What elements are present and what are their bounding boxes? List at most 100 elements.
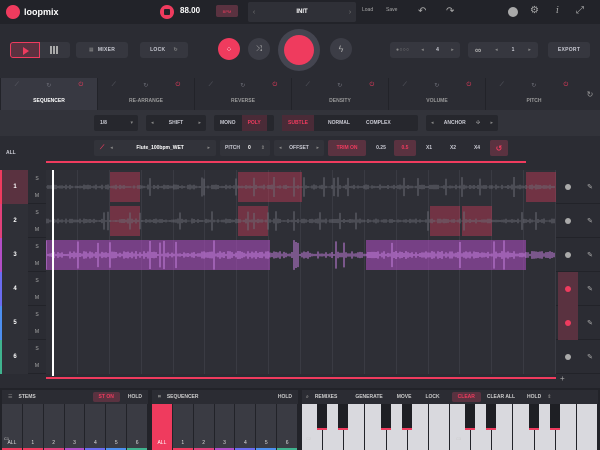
- black-key[interactable]: [465, 404, 476, 430]
- key-5[interactable]: 5: [106, 404, 128, 450]
- step-cell[interactable]: [460, 306, 493, 340]
- main-record-button[interactable]: [278, 29, 320, 71]
- pitch-stepper[interactable]: PITCH 0 ⇕: [220, 140, 270, 156]
- expand-icon[interactable]: ⤢: [576, 5, 584, 16]
- mono-poly-toggle[interactable]: MONO POLY: [214, 115, 274, 131]
- step-grid[interactable]: [46, 238, 556, 272]
- solo-button[interactable]: S: [35, 176, 38, 182]
- tab-1[interactable]: ⟋ ↻ ⏻ RE-ARRANGE: [97, 78, 194, 110]
- sample-selector[interactable]: ⟋ ◂ Flute_100bpm_WET ▸: [94, 140, 216, 156]
- step-cell[interactable]: [46, 306, 78, 340]
- step-cell[interactable]: [142, 340, 174, 374]
- pencil-icon[interactable]: ⟋: [209, 82, 213, 89]
- tab-0[interactable]: ⟋ ↻ ⏻ SEQUENCER: [0, 78, 97, 110]
- reset-icon[interactable]: ↻: [580, 78, 600, 110]
- step-cell[interactable]: [397, 272, 429, 306]
- division-selector[interactable]: 1/8 ▾: [94, 115, 138, 131]
- mute-button[interactable]: M: [35, 329, 39, 335]
- piano-mode-button[interactable]: [40, 42, 70, 58]
- step-cell[interactable]: [269, 306, 301, 340]
- anchor-selector[interactable]: ◂ ANCHOR ✣ ▸: [426, 115, 498, 131]
- step-cell[interactable]: [78, 272, 110, 306]
- black-key[interactable]: [401, 404, 412, 430]
- step-cell[interactable]: [397, 340, 429, 374]
- track-dot-button[interactable]: [558, 340, 578, 374]
- pencil-icon[interactable]: ⟋: [112, 82, 116, 89]
- record-stop-button[interactable]: [160, 5, 174, 19]
- bpm-tap-button[interactable]: BPM: [216, 5, 238, 17]
- redo-icon[interactable]: ↷: [446, 6, 454, 17]
- black-key[interactable]: [528, 404, 539, 430]
- track-dot-button[interactable]: [558, 204, 578, 238]
- preset-selector[interactable]: ‹ INIT ›: [248, 2, 356, 22]
- loop-range[interactable]: [46, 377, 556, 379]
- track-number[interactable]: 2: [0, 204, 28, 238]
- step-cell[interactable]: [237, 340, 270, 374]
- black-key[interactable]: [549, 404, 560, 430]
- step-cell[interactable]: [301, 272, 333, 306]
- tab-5[interactable]: ⟋ ↻ ⏻ PITCH: [485, 78, 582, 110]
- track-number[interactable]: 6: [0, 340, 28, 374]
- chevron-left-icon[interactable]: ‹: [248, 9, 260, 16]
- loops-stepper[interactable]: ∞ ◂ 1 ▸: [468, 42, 538, 58]
- stems-on-button[interactable]: ST ON: [92, 392, 120, 402]
- randomize-button[interactable]: ⁘: [218, 38, 240, 60]
- gear-icon[interactable]: ⚙: [530, 5, 539, 16]
- chevron-right-icon[interactable]: ▸: [198, 120, 201, 126]
- step-cell[interactable]: [333, 340, 365, 374]
- chevron-left-icon[interactable]: ◂: [431, 120, 434, 126]
- undo-icon[interactable]: ↶: [418, 6, 426, 17]
- add-track-icon[interactable]: +: [560, 374, 565, 383]
- timeline-range[interactable]: [46, 161, 526, 163]
- step-cell[interactable]: [460, 340, 493, 374]
- stepper-icon[interactable]: ⇕: [547, 394, 551, 400]
- solo-button[interactable]: S: [35, 346, 38, 352]
- power-icon[interactable]: ⏻: [564, 82, 569, 89]
- remix-key[interactable]: [449, 404, 476, 450]
- refresh-icon[interactable]: ↻: [240, 82, 245, 89]
- solo-button[interactable]: S: [35, 278, 38, 284]
- key-2[interactable]: 2: [43, 404, 65, 450]
- remix-key[interactable]: [576, 404, 598, 450]
- power-icon[interactable]: ⏻: [273, 82, 278, 89]
- step-cell[interactable]: [174, 340, 206, 374]
- speed-option[interactable]: 0.25: [370, 140, 392, 156]
- playhead[interactable]: [52, 170, 54, 376]
- chevron-right-icon[interactable]: ▸: [316, 145, 319, 151]
- normal-option[interactable]: NORMAL: [322, 115, 356, 131]
- chevron-left-icon[interactable]: ◂: [151, 120, 154, 126]
- step-cell[interactable]: [174, 272, 206, 306]
- pencil-icon[interactable]: ⟋: [500, 82, 504, 89]
- step-cell[interactable]: [492, 306, 525, 340]
- step-cell[interactable]: [78, 306, 110, 340]
- step-cell[interactable]: [429, 272, 461, 306]
- solo-button[interactable]: S: [35, 312, 38, 318]
- mute-button[interactable]: M: [35, 193, 39, 199]
- key-4[interactable]: 4: [235, 404, 257, 450]
- track-number[interactable]: 5: [0, 306, 28, 340]
- step-cell[interactable]: [492, 340, 525, 374]
- stems-hold-button[interactable]: HOLD: [128, 394, 142, 400]
- speed-option[interactable]: X2: [442, 140, 464, 156]
- track-dot-button[interactable]: [558, 272, 578, 306]
- step-cell[interactable]: [429, 340, 461, 374]
- bars-stepper[interactable]: ●○○○ ◂ 4 ▸: [390, 42, 460, 58]
- key-3[interactable]: 3: [214, 404, 236, 450]
- step-cell[interactable]: [524, 306, 556, 340]
- pencil-icon[interactable]: ⟋: [403, 82, 407, 89]
- stepper-left-icon[interactable]: ◂: [421, 47, 424, 53]
- poly-option[interactable]: POLY: [241, 115, 267, 131]
- tab-3[interactable]: ⟋ ↻ ⏻ DENSITY: [291, 78, 388, 110]
- step-cell[interactable]: [142, 272, 174, 306]
- key-0[interactable]: ALL: [152, 404, 173, 450]
- key-3[interactable]: 3: [64, 404, 86, 450]
- mute-button[interactable]: M: [35, 261, 39, 267]
- step-cell[interactable]: [301, 340, 333, 374]
- track-dot-button[interactable]: [558, 306, 578, 340]
- info-icon[interactable]: i: [556, 6, 559, 16]
- track-number[interactable]: 4: [0, 272, 28, 306]
- track-dot-button[interactable]: [558, 170, 578, 204]
- load-button[interactable]: Load: [362, 7, 373, 13]
- remix-key[interactable]: [428, 404, 450, 450]
- step-cell[interactable]: [205, 272, 238, 306]
